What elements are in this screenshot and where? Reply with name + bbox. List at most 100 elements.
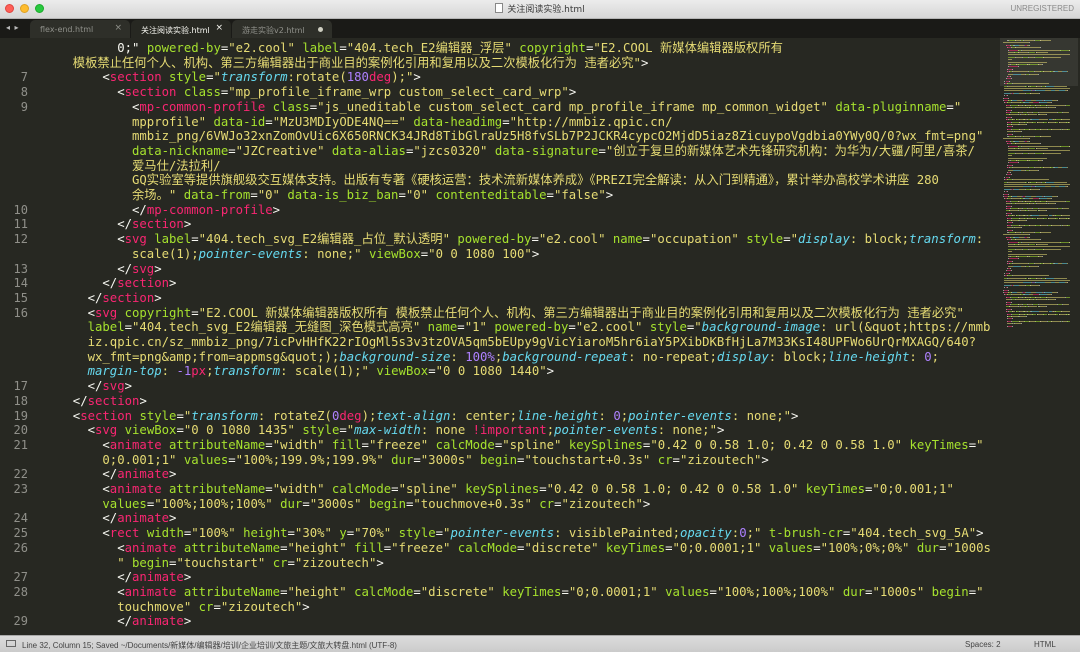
code-line[interactable]: <section style="transform: rotateZ(0deg)… bbox=[73, 409, 799, 424]
code-line[interactable]: </animate> bbox=[102, 511, 176, 526]
minimap-stroke bbox=[1060, 50, 1068, 51]
minimap-stroke bbox=[1016, 249, 1023, 250]
unsaved-dot-icon bbox=[318, 27, 323, 32]
code-token: values bbox=[184, 453, 228, 467]
close-tab-icon[interactable]: × bbox=[215, 23, 223, 33]
code-line[interactable]: </animate> bbox=[117, 570, 191, 585]
code-token: > bbox=[717, 423, 724, 437]
code-line[interactable]: label="404.tech_svg_E2编辑器_无缝图_深色模式高亮" na… bbox=[88, 320, 991, 335]
code-token: "js_uneditable custom_select_card mp_pro… bbox=[317, 100, 828, 114]
code-token bbox=[162, 438, 169, 452]
code-line[interactable]: mpprofile" data-id="MzU3MDIyODE4NQ==" da… bbox=[132, 115, 672, 130]
code-line[interactable]: margin-top: -1px;transform: scale(1);" v… bbox=[88, 364, 554, 379]
code-token: "height" bbox=[287, 541, 346, 555]
code-line[interactable]: </section> bbox=[117, 217, 191, 232]
code-token: values bbox=[665, 585, 709, 599]
code-token: keySplines bbox=[465, 482, 539, 496]
code-line[interactable]: 爱马仕/法拉利/ bbox=[132, 159, 221, 174]
code-line[interactable]: </section> bbox=[88, 291, 162, 306]
minimap-stroke bbox=[1009, 258, 1018, 259]
minimap-stroke bbox=[1021, 131, 1022, 132]
tab-navigation-arrows-icon[interactable]: ◂ ▸ bbox=[6, 23, 20, 32]
code-line[interactable]: mmbiz_png/6VWJo32xnZomOvUic6X650RNCK34JR… bbox=[132, 129, 983, 144]
code-token: fill bbox=[354, 541, 384, 555]
code-line[interactable]: <animate attributeName="width" calcMode=… bbox=[102, 482, 953, 497]
code-line[interactable]: </svg> bbox=[117, 262, 161, 277]
minimap-stroke bbox=[1048, 314, 1055, 315]
code-line[interactable]: 模板禁止任何个人、机构、第三方编辑器出于商业目的案例化引用和复用以及二次模板化行… bbox=[73, 56, 649, 71]
minimap-stroke bbox=[1019, 285, 1026, 286]
code-line[interactable]: GQ实验室等提供旗舰级交互媒体支持。出版有专著《硬核运营：技术流新媒体养成》《P… bbox=[132, 173, 939, 188]
code-line[interactable]: <animate attributeName="height" fill="fr… bbox=[117, 541, 991, 556]
code-line[interactable]: values="100%;100%;100%" dur="3000s" begi… bbox=[102, 497, 650, 512]
line-number: 14 bbox=[0, 276, 28, 291]
code-line[interactable]: </mp-common-profile> bbox=[132, 203, 280, 218]
code-line[interactable]: <rect width="100%" height="30%" y="70%" … bbox=[102, 526, 983, 541]
code-line[interactable]: <animate attributeName="height" calcMode… bbox=[117, 585, 983, 600]
code-token: label bbox=[154, 232, 191, 246]
minimap-stroke bbox=[1008, 153, 1015, 154]
code-token: copyright bbox=[125, 306, 192, 320]
code-line[interactable]: </svg> bbox=[88, 379, 132, 394]
code-line[interactable]: scale(1);pointer-events: none;" viewBox=… bbox=[132, 247, 539, 262]
minimap-stroke bbox=[1021, 323, 1022, 324]
tab-label: 关注阅读实验.html bbox=[141, 26, 210, 35]
syntax-mode[interactable]: HTML bbox=[1034, 640, 1056, 649]
code-line[interactable]: 0;0.001;1" values="100%;199.9%;199.9%" d… bbox=[102, 453, 768, 468]
tab-youzou-shiyan-v2[interactable]: 游走实验v2.html bbox=[232, 20, 332, 38]
code-token: </ bbox=[117, 217, 132, 231]
code-token bbox=[658, 585, 665, 599]
code-token: </ bbox=[73, 394, 88, 408]
code-token: </ bbox=[117, 570, 132, 584]
tab-flex-end[interactable]: flex-end.html × bbox=[30, 20, 130, 38]
code-token: dur bbox=[391, 453, 413, 467]
code-token: = bbox=[288, 526, 295, 540]
code-line[interactable]: <section style="transform:rotate(180deg)… bbox=[102, 70, 420, 85]
code-line[interactable]: 余场。" data-from="0" data-is_biz_ban="0" c… bbox=[132, 188, 613, 203]
code-token: keyTimes bbox=[606, 541, 665, 555]
unregistered-label: UNREGISTERED bbox=[1010, 4, 1074, 13]
code-token: rect bbox=[110, 526, 140, 540]
minimap-stroke bbox=[1030, 266, 1038, 267]
code-token: "jzcs0320" bbox=[413, 144, 487, 158]
code-line[interactable]: <animate attributeName="width" fill="fre… bbox=[102, 438, 983, 453]
code-line[interactable]: </animate> bbox=[102, 467, 176, 482]
panel-toggle-icon[interactable] bbox=[6, 640, 16, 647]
code-line[interactable]: " begin="touchstart" cr="zizoutech"> bbox=[117, 556, 384, 571]
code-line[interactable]: </section> bbox=[102, 276, 176, 291]
code-line[interactable]: <mp-common-profile class="js_uneditable … bbox=[132, 100, 961, 115]
minimap-stroke bbox=[1009, 242, 1018, 243]
tab-guanzhu-yuedu-shiyan[interactable]: 关注阅读实验.html × bbox=[131, 20, 231, 38]
code-token: "0" bbox=[406, 188, 428, 202]
code-line[interactable]: </animate> bbox=[117, 614, 191, 629]
code-token: -1 bbox=[176, 364, 191, 378]
minimap-stroke bbox=[1018, 52, 1028, 53]
code-token: style bbox=[139, 409, 176, 423]
code-token: powered-by bbox=[147, 41, 221, 55]
close-tab-icon[interactable]: × bbox=[114, 23, 122, 33]
code-token: line-height bbox=[828, 350, 909, 364]
code-line[interactable]: iz.qpic.cn/sz_mmbiz_png/7icPvHHfK22rIOgM… bbox=[88, 335, 976, 350]
code-line[interactable]: data-nickname="JZCreative" data-alias="j… bbox=[132, 144, 975, 159]
code-line[interactable]: <svg copyright="E2.COOL 新媒体编辑器版权所有 模板禁止任… bbox=[88, 306, 964, 321]
code-line[interactable]: <svg label="404.tech_svg_E2编辑器_占位_默认透明" … bbox=[117, 232, 983, 247]
code-line[interactable]: 0;" powered-by="e2.cool" label="404.tech… bbox=[117, 41, 783, 56]
code-line[interactable]: wx_fmt=png&amp;from=appmsg&quot;);backgr… bbox=[88, 350, 939, 365]
code-editor[interactable]: 0;" powered-by="e2.cool" label="404.tech… bbox=[58, 38, 998, 635]
code-line[interactable]: touchmove" cr="zizoutech"> bbox=[117, 600, 310, 615]
code-token: "1" bbox=[465, 320, 487, 334]
minimap-stroke bbox=[1042, 160, 1043, 161]
code-token: = bbox=[428, 364, 435, 378]
code-line[interactable]: <svg viewBox="0 0 1080 1435" style="max-… bbox=[88, 423, 725, 438]
code-token: </ bbox=[88, 291, 103, 305]
minimap[interactable] bbox=[1000, 38, 1078, 635]
minimap-stroke bbox=[1039, 198, 1047, 199]
minimap-stroke bbox=[1011, 201, 1018, 202]
code-token: = bbox=[339, 41, 346, 55]
minimap-stroke bbox=[1018, 258, 1019, 259]
code-token: pointer-events bbox=[450, 526, 554, 540]
code-line[interactable]: <section class="mp_profile_iframe_wrp cu… bbox=[117, 85, 576, 100]
code-token: begin bbox=[932, 585, 969, 599]
code-line[interactable]: </section> bbox=[73, 394, 147, 409]
indentation-setting[interactable]: Spaces: 2 bbox=[965, 640, 1001, 649]
